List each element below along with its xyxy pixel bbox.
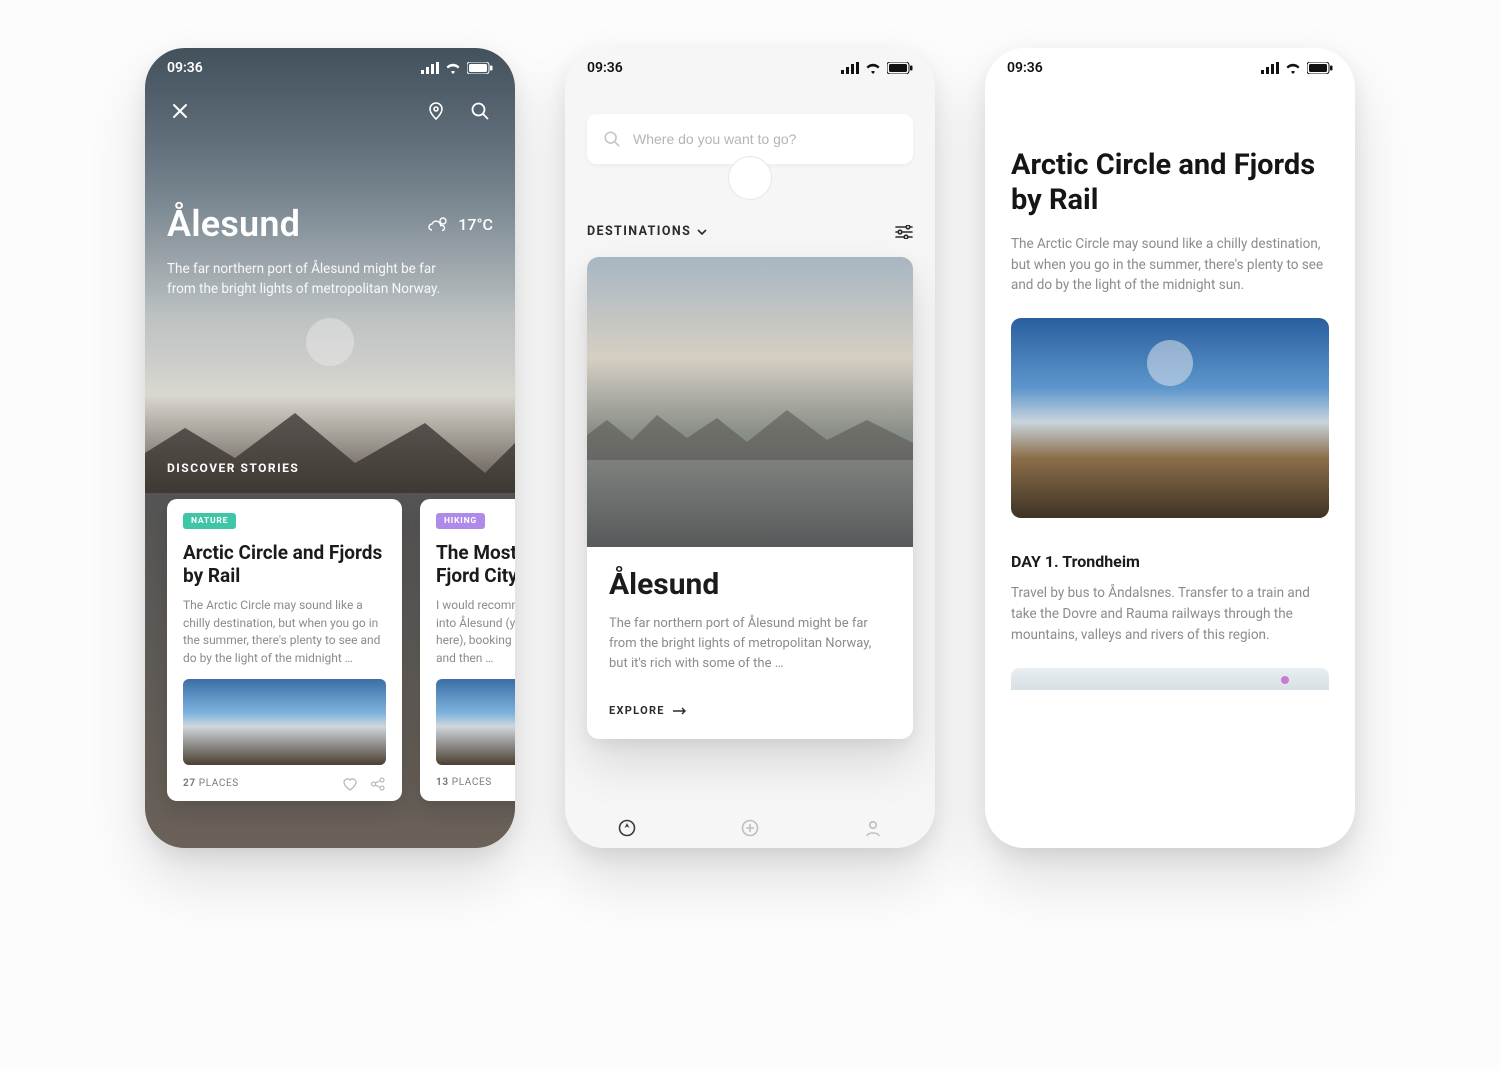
article-hero-image xyxy=(1011,318,1329,518)
search-icon[interactable] xyxy=(467,98,493,124)
phone-screen-1: 09:36 xyxy=(145,48,515,848)
explore-label: EXPLORE xyxy=(609,704,665,717)
places-count: 13 PLACES xyxy=(436,777,492,788)
story-card-desc: I would recommend flying straight into Å… xyxy=(436,597,515,667)
story-card[interactable]: HIKING The Most Beautiful Fjord City I w… xyxy=(420,499,515,801)
destination-card[interactable]: Ålesund The far northern port of Ålesund… xyxy=(587,257,913,739)
weather: 17°C xyxy=(428,215,493,234)
story-card[interactable]: NATURE Arctic Circle and Fjords by Rail … xyxy=(167,499,402,801)
status-icons xyxy=(1261,62,1333,74)
battery-icon xyxy=(467,62,493,74)
close-icon[interactable] xyxy=(167,98,193,124)
status-time: 09:36 xyxy=(587,60,623,76)
cloud-sun-icon xyxy=(428,215,450,233)
share-icon[interactable] xyxy=(370,777,386,791)
article-title: Arctic Circle and Fjords by Rail xyxy=(1011,148,1329,218)
tab-bar xyxy=(565,808,935,848)
indicator-circle xyxy=(1147,340,1193,386)
tag-hiking: HIKING xyxy=(436,513,485,529)
tab-profile-icon[interactable] xyxy=(864,819,882,837)
status-bar: 09:36 xyxy=(145,48,515,88)
destination-card-image xyxy=(587,257,913,547)
places-count: 27 PLACES xyxy=(183,778,239,789)
tab-add-icon[interactable] xyxy=(741,819,759,837)
story-card-desc: The Arctic Circle may sound like a chill… xyxy=(183,597,386,667)
discover-stories-label: DISCOVER STORIES xyxy=(167,461,299,475)
story-card-image xyxy=(436,679,515,765)
phone-screen-2: 09:36 DESTINATIONS Ålesund xyxy=(565,48,935,848)
chevron-down-icon xyxy=(697,229,707,235)
filter-icon[interactable] xyxy=(895,225,913,239)
indicator-circle xyxy=(728,156,772,200)
indicator-circle xyxy=(306,318,354,366)
hero-title: Ålesund xyxy=(167,203,300,245)
map-pin-icon[interactable] xyxy=(423,98,449,124)
arrow-right-icon xyxy=(673,707,687,715)
wifi-icon xyxy=(1285,62,1301,74)
story-cards-scroller[interactable]: NATURE Arctic Circle and Fjords by Rail … xyxy=(145,493,515,848)
status-time: 09:36 xyxy=(1007,60,1043,76)
signal-icon xyxy=(841,62,859,74)
tag-nature: NATURE xyxy=(183,513,236,529)
status-bar: 09:36 xyxy=(985,48,1355,88)
wifi-icon xyxy=(445,62,461,74)
article-intro: The Arctic Circle may sound like a chill… xyxy=(1011,234,1329,297)
status-bar: 09:36 xyxy=(565,48,935,88)
tab-explore-icon[interactable] xyxy=(618,819,636,837)
status-time: 09:36 xyxy=(167,60,203,76)
day-heading: DAY 1. Trondheim xyxy=(1011,552,1329,571)
destination-card-desc: The far northern port of Ålesund might b… xyxy=(609,614,891,674)
phone-screen-3: 09:36 Arctic Circle and Fjords by Rail T… xyxy=(985,48,1355,848)
destinations-dropdown[interactable]: DESTINATIONS xyxy=(587,224,707,239)
story-card-title: The Most Beautiful Fjord City xyxy=(436,541,515,587)
battery-icon xyxy=(887,62,913,74)
day-description: Travel by bus to Åndalsnes. Transfer to … xyxy=(1011,583,1329,646)
story-card-image xyxy=(183,679,386,765)
weather-temp: 17°C xyxy=(458,215,493,234)
hero-description: The far northern port of Ålesund might b… xyxy=(167,259,467,300)
status-icons xyxy=(841,62,913,74)
wifi-icon xyxy=(865,62,881,74)
battery-icon xyxy=(1307,62,1333,74)
heart-icon[interactable] xyxy=(342,777,358,791)
search-input[interactable] xyxy=(633,131,897,147)
destination-card-title: Ålesund xyxy=(609,567,891,602)
hero-mountains xyxy=(145,373,515,493)
story-card-title: Arctic Circle and Fjords by Rail xyxy=(183,541,386,587)
map-preview[interactable] xyxy=(1011,668,1329,690)
hero-section: Ålesund 17°C The far northern port of Ål… xyxy=(145,48,515,493)
destinations-label: DESTINATIONS xyxy=(587,224,691,239)
status-icons xyxy=(421,62,493,74)
search-icon xyxy=(603,130,621,148)
signal-icon xyxy=(1261,62,1279,74)
article-body[interactable]: Arctic Circle and Fjords by Rail The Arc… xyxy=(985,48,1355,848)
explore-link[interactable]: EXPLORE xyxy=(609,704,891,717)
signal-icon xyxy=(421,62,439,74)
